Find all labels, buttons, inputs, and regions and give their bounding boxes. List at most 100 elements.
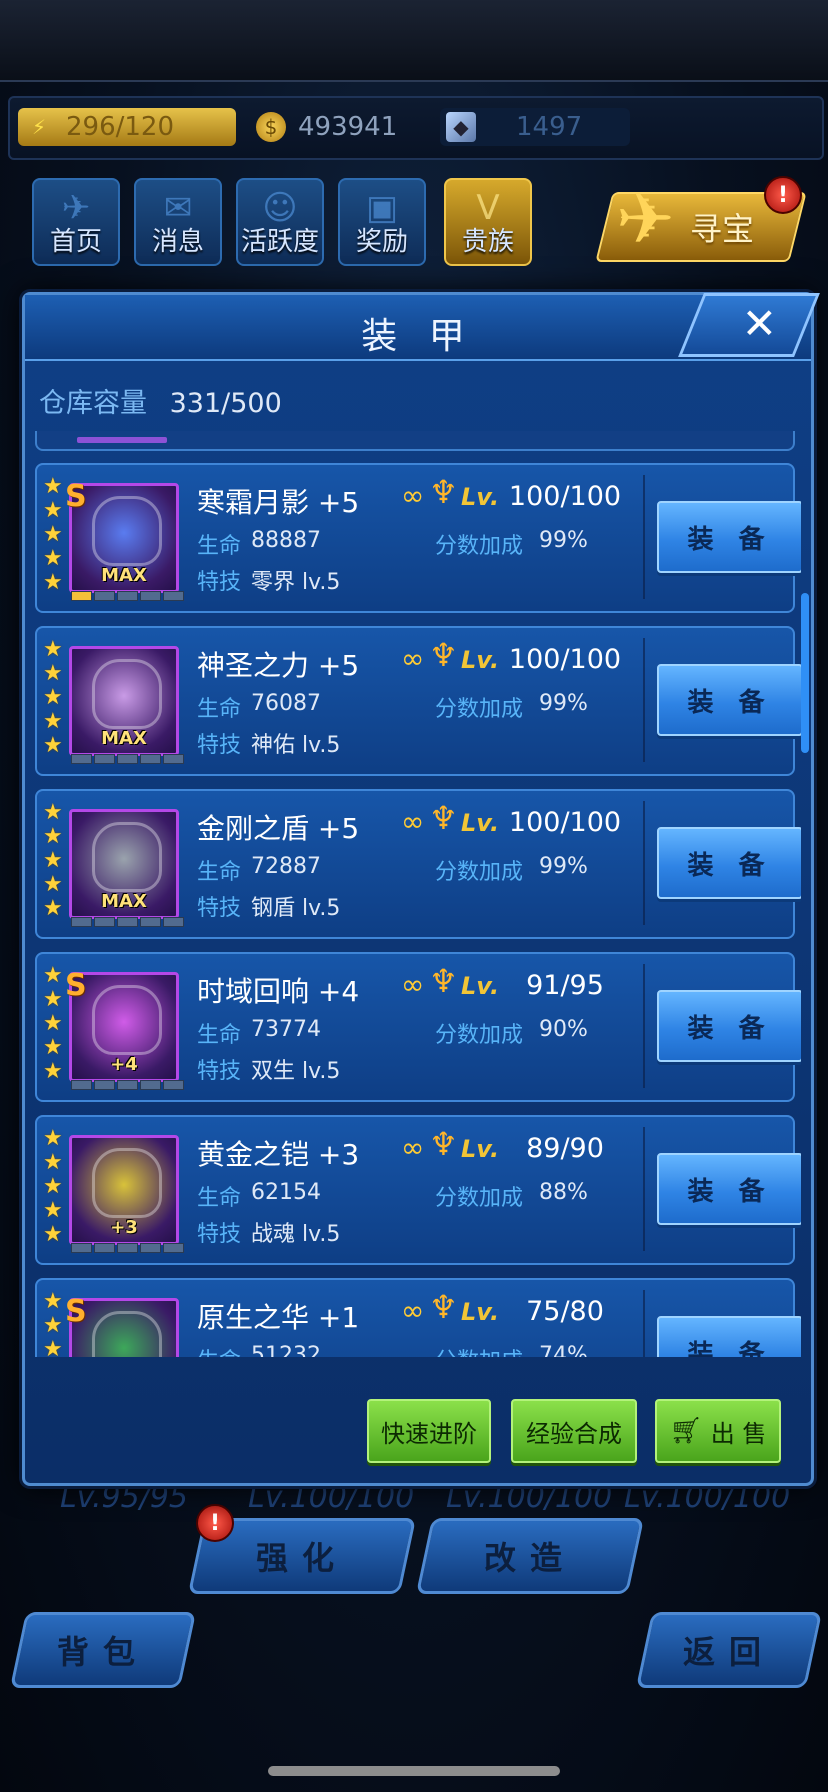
armor-helmet-icon <box>92 1148 162 1218</box>
hp-value: 76087 <box>251 691 321 716</box>
close-icon[interactable]: ✕ <box>742 299 777 348</box>
upgrade-slot <box>163 1080 184 1090</box>
armor-item[interactable]: ★★★★★ S 原生之华 +1 ∞ ♆ Lv. 75/80 生命 51232 分… <box>35 1278 801 1358</box>
gold-resource[interactable]: $ 493941 <box>250 108 420 146</box>
level-tag: +4 <box>110 1054 138 1075</box>
star-icon: ★ <box>43 637 63 662</box>
star-icon: ★ <box>43 896 63 921</box>
home-indicator[interactable] <box>268 1766 560 1776</box>
nav-home-label: 首页 <box>49 227 102 257</box>
equip-button[interactable]: 装 备 <box>657 664 801 736</box>
backpack-label: 背包 <box>56 1633 149 1671</box>
equip-button[interactable]: 装 备 <box>657 827 801 899</box>
level-value: 100/100 <box>508 481 622 512</box>
upgrade-slot <box>163 917 184 927</box>
star-icon: ★ <box>43 733 63 758</box>
backpack-button[interactable]: 背包 <box>9 1612 197 1688</box>
upgrade-slot <box>71 1243 92 1253</box>
fast-advance-button[interactable]: 快速进阶 <box>367 1399 491 1463</box>
sell-label: 出 售 <box>710 1419 767 1448</box>
upgrade-slot <box>117 917 138 927</box>
star-icon: ★ <box>43 1222 63 1247</box>
star-rating: ★★★★★ <box>43 1127 65 1247</box>
warehouse-capacity: 仓库容量 331/500 <box>39 381 282 420</box>
star-rating: ★★★★★ <box>43 475 65 595</box>
nav-rewards-label: 奖励 <box>355 227 408 257</box>
nav-activity-button[interactable]: ☺ 活跃度 <box>236 178 324 266</box>
star-icon: ★ <box>43 709 63 734</box>
equip-button[interactable]: 装 备 <box>657 1153 801 1225</box>
score-bonus-value: 99% <box>539 854 588 879</box>
score-bonus-label: 分数加成 <box>435 1343 523 1357</box>
level-label: Lv. <box>461 1135 500 1163</box>
hp-value: 62154 <box>251 1180 321 1205</box>
exp-merge-label: 经验合成 <box>526 1419 622 1448</box>
star-rating: ★★★★★ <box>43 638 65 758</box>
equip-button[interactable]: 装 备 <box>657 501 801 573</box>
infinity-icon: ∞ <box>401 805 425 838</box>
exp-merge-button[interactable]: 经验合成 <box>511 1399 637 1463</box>
gem-resource[interactable]: ◆ 1497 <box>440 108 630 146</box>
equip-button[interactable]: 装 备 <box>657 990 801 1062</box>
grade-badge: S <box>65 479 87 514</box>
star-icon: ★ <box>43 685 63 710</box>
treasure-hunt-label: 寻宝 <box>690 210 755 248</box>
nav-home-button[interactable]: ✈ 首页 <box>32 178 120 266</box>
armor-portrait[interactable]: +3 <box>69 1135 179 1245</box>
rank-wing-icon: ♆ <box>429 799 458 837</box>
level-tag: +3 <box>110 1217 138 1238</box>
row-divider <box>643 638 645 762</box>
grade-badge: S <box>65 1294 87 1329</box>
armor-list[interactable]: ★ ★ ★ ★ ★ S MAX 寒霜月影 +5 ∞ ♆ Lv. 100/100 生命 8… <box>35 431 801 1357</box>
armor-helmet-icon <box>92 1311 162 1357</box>
nav-vip-button[interactable]: V 贵族 <box>444 178 532 266</box>
hp-label: 生命 <box>197 860 242 885</box>
armor-item[interactable]: ★ ★ ★ ★ ★ +3 黄金之铠 +3 ∞ ♆ Lv. 89/90 生命 62154 … <box>35 1115 801 1265</box>
hp-label: 生命 <box>197 697 242 722</box>
row-divider <box>643 475 645 599</box>
gold-value: 493941 <box>298 112 398 142</box>
skill-label: 特技 <box>197 896 242 921</box>
rank-wing-icon: ♆ <box>429 473 458 511</box>
sell-button[interactable]: 🛒︎ 出 售 <box>655 1399 781 1463</box>
star-rating: ★★★★★ <box>43 801 65 921</box>
armor-item[interactable]: ★ ★ ★ ★ ★ MAX 金刚之盾 +5 ∞ ♆ Lv. 100/100 生命 728… <box>35 789 801 939</box>
star-rating: ★★★★★ <box>43 964 65 1084</box>
upgrade-slot <box>94 1243 115 1253</box>
grade-badge: S <box>65 968 87 1003</box>
upgrade-slots <box>71 1080 184 1090</box>
back-button[interactable]: 返回 <box>635 1612 823 1688</box>
energy-resource[interactable]: ⚡ 296/120 <box>18 108 236 146</box>
upgrade-slot <box>140 917 161 927</box>
armor-item[interactable]: ★ ★ ★ ★ ★ S +4 时域回响 +4 ∞ ♆ Lv. 91/95 生命 7377… <box>35 952 801 1102</box>
armor-item[interactable]: ★ ★ ★ ★ ★ S MAX 寒霜月影 +5 ∞ ♆ Lv. 100/100 生命 8… <box>35 463 801 613</box>
equip-button[interactable]: 装 备 <box>657 1316 801 1357</box>
nav-vip-label: 贵族 <box>461 227 514 257</box>
infinity-icon: ∞ <box>401 968 425 1001</box>
star-icon: ★ <box>43 1126 63 1151</box>
star-icon: ★ <box>43 1289 63 1314</box>
nav-messages-button[interactable]: ✉ 消息 <box>134 178 222 266</box>
treasure-alert-badge: ! <box>764 176 802 214</box>
upgrade-slot <box>163 591 184 601</box>
armor-portrait[interactable]: MAX <box>69 646 179 756</box>
nav-rewards-button[interactable]: ▣ 奖励 <box>338 178 426 266</box>
capacity-value: 331/500 <box>169 388 282 419</box>
score-bonus-value: 74% <box>539 1343 588 1357</box>
skill-value: 零界 lv.5 <box>251 570 341 595</box>
armor-item[interactable]: ★ ★ ★ ★ ★ MAX 神圣之力 +5 ∞ ♆ Lv. 100/100 生命 760… <box>35 626 801 776</box>
armor-portrait[interactable]: MAX <box>69 809 179 919</box>
upgrade-slot <box>117 591 138 601</box>
hp-label: 生命 <box>197 1023 242 1048</box>
skill-label: 特技 <box>197 570 242 595</box>
star-icon: ★ <box>43 872 63 897</box>
hp-value: 88887 <box>251 528 321 553</box>
infinity-icon: ∞ <box>401 479 425 512</box>
row-divider <box>643 1290 645 1357</box>
modify-button[interactable]: 改造 <box>415 1518 645 1594</box>
star-rating: ★★★★★ <box>43 1289 65 1358</box>
item-name: 原生之华 +1 <box>197 1301 360 1334</box>
list-scrollbar[interactable] <box>801 593 809 753</box>
skill-value: 战魂 lv.5 <box>251 1222 341 1247</box>
star-icon: ★ <box>43 963 63 988</box>
